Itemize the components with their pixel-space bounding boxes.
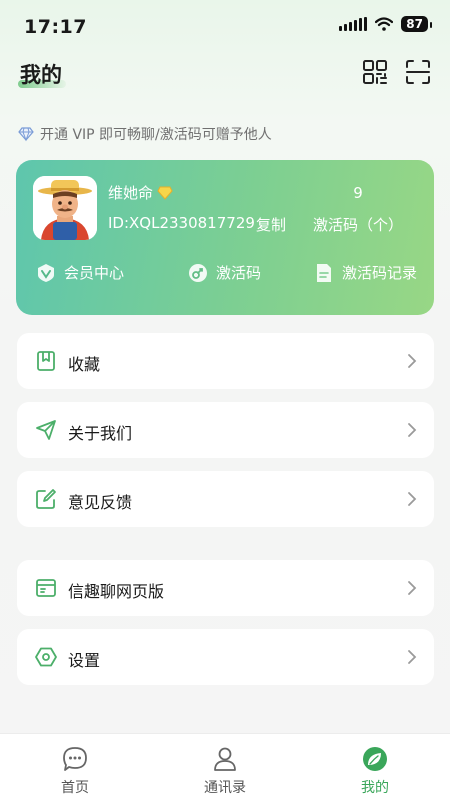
- name-row: 维她命: [108, 182, 173, 203]
- chevron-right-icon: [408, 492, 417, 506]
- tab-contacts[interactable]: 通讯录: [180, 744, 270, 800]
- menu-item-label: 信趣聊网页版: [68, 582, 165, 601]
- chevron-right-icon: [408, 423, 417, 437]
- status-icons: 87: [339, 16, 432, 32]
- qr-code-icon[interactable]: [361, 58, 389, 86]
- bottom-tab-bar: 首页 通讯录 我的: [0, 733, 450, 801]
- activation-record-button[interactable]: 激活码记录: [314, 262, 417, 283]
- tab-label: 通讯录: [204, 780, 246, 796]
- battery-indicator: 87: [401, 16, 432, 32]
- menu-item-label: 意见反馈: [68, 493, 133, 512]
- copy-id-button[interactable]: 复制: [256, 214, 286, 235]
- diamond-badge-icon: [157, 186, 173, 200]
- chat-bubble-icon: [63, 747, 87, 771]
- chevron-right-icon: [408, 650, 417, 664]
- signal-icon: [339, 17, 368, 31]
- wifi-icon: [375, 17, 394, 31]
- tab-home[interactable]: 首页: [30, 744, 120, 800]
- avatar[interactable]: [33, 176, 97, 240]
- vip-tip-text: 开通 VIP 即可畅聊/激活码可赠予他人: [40, 127, 272, 143]
- edit-icon: [36, 489, 56, 509]
- tab-mine[interactable]: 我的: [330, 744, 420, 800]
- contacts-icon: [214, 747, 236, 771]
- header: 我的: [0, 52, 450, 96]
- chevron-right-icon: [408, 581, 417, 595]
- scan-icon[interactable]: [404, 58, 432, 86]
- send-icon: [36, 420, 56, 440]
- settings-hex-icon: [35, 647, 57, 667]
- user-name: 维她命: [108, 184, 154, 202]
- key-icon: [188, 263, 208, 283]
- menu-item-feedback[interactable]: 意见反馈: [17, 471, 434, 527]
- menu-item-label: 收藏: [68, 355, 101, 374]
- vip-badge-icon: [36, 263, 56, 283]
- member-center-button[interactable]: 会员中心: [36, 262, 124, 283]
- menu-item-about-us[interactable]: 关于我们: [17, 402, 434, 458]
- status-bar: 17:17 87: [0, 0, 450, 50]
- activation-code-count: 9: [353, 184, 363, 202]
- activation-code-button[interactable]: 激活码: [188, 262, 261, 283]
- tab-label: 首页: [61, 780, 89, 796]
- status-time: 17:17: [24, 16, 87, 38]
- page-title: 我的: [20, 63, 62, 87]
- leaf-icon: [363, 747, 387, 771]
- menu-item-web-version[interactable]: 信趣聊网页版: [17, 560, 434, 616]
- activation-code-label: 激活码（个）: [312, 216, 404, 234]
- menu-item-label: 关于我们: [68, 424, 133, 443]
- profile-card: 维她命 ID:XQL2330817729 复制 9 激活码（个） 会员中心 激活…: [16, 160, 434, 315]
- member-center-label: 会员中心: [64, 264, 125, 282]
- activation-code-action-label: 激活码: [216, 264, 262, 282]
- tab-label: 我的: [361, 780, 389, 796]
- user-id: ID:XQL2330817729: [108, 214, 255, 232]
- document-icon: [314, 263, 334, 283]
- menu-item-settings[interactable]: 设置: [17, 629, 434, 685]
- menu-item-label: 设置: [68, 651, 101, 670]
- diamond-icon: [18, 127, 34, 142]
- vip-tip[interactable]: 开通 VIP 即可畅聊/激活码可赠予他人: [18, 124, 272, 144]
- chevron-right-icon: [408, 354, 417, 368]
- browser-icon: [36, 579, 56, 597]
- bookmark-icon: [37, 351, 55, 371]
- menu-item-favorites[interactable]: 收藏: [17, 333, 434, 389]
- activation-record-label: 激活码记录: [342, 264, 418, 282]
